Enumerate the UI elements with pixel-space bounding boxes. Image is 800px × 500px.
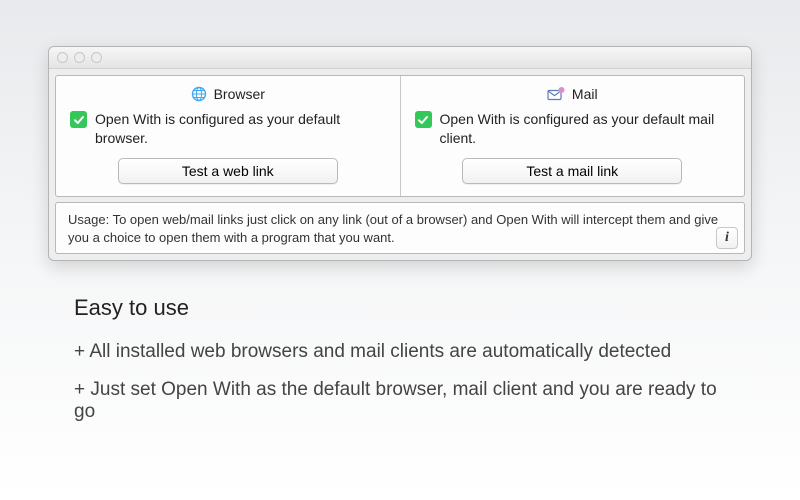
usage-text-row: Usage: To open web/mail links just click… [55,202,745,254]
mail-title: Mail [572,86,598,102]
globe-icon [191,86,207,102]
browser-title: Browser [214,86,265,102]
test-web-link-button[interactable]: Test a web link [118,158,338,184]
marketing-feature-2: + Just set Open With as the default brow… [74,379,726,423]
browser-status: Open With is configured as your default … [70,108,386,158]
browser-status-text: Open With is configured as your default … [95,110,386,148]
minimize-icon[interactable] [74,52,85,63]
test-mail-link-button[interactable]: Test a mail link [462,158,682,184]
zoom-icon[interactable] [91,52,102,63]
window-titlebar [49,47,751,69]
mail-icon [547,87,565,101]
preferences-window: Browser Open With is configured as your … [48,46,752,261]
window-content: Browser Open With is configured as your … [49,69,751,260]
usage-text: Usage: To open web/mail links just click… [68,212,718,245]
info-button[interactable]: i [716,227,738,249]
check-icon [70,111,87,128]
marketing-feature-1: + All installed web browsers and mail cl… [74,341,726,363]
check-icon [415,111,432,128]
browser-panel: Browser Open With is configured as your … [56,76,400,196]
mail-status: Open With is configured as your default … [415,108,731,158]
mail-panel: Mail Open With is configured as your def… [400,76,745,196]
marketing-section: Easy to use + All installed web browsers… [48,261,752,423]
marketing-headline: Easy to use [74,295,726,321]
close-icon[interactable] [57,52,68,63]
mail-status-text: Open With is configured as your default … [440,110,731,148]
